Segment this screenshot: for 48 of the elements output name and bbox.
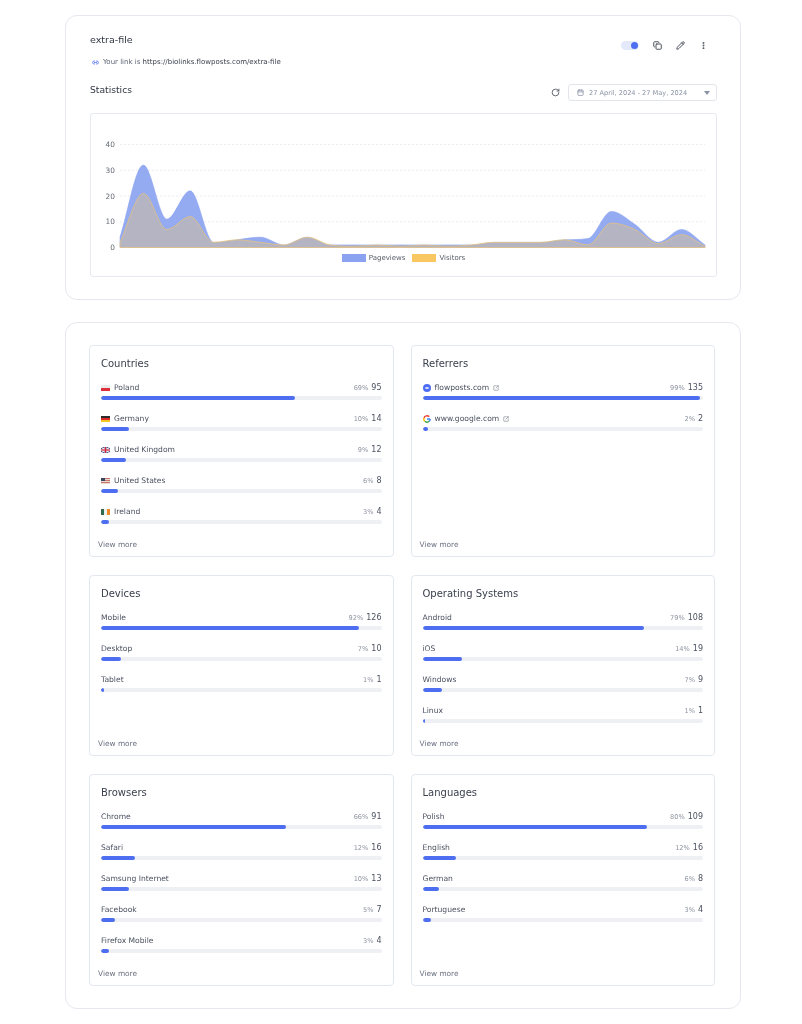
calendar-icon [577,89,584,96]
panel-title: Languages [422,786,479,799]
g-logo-icon [422,414,431,423]
item-count: 95 [371,382,382,393]
item-count: 7 [376,904,382,915]
uk-flag-icon [101,446,110,453]
germany-flag-icon [101,415,110,422]
item-count: 91 [371,811,382,822]
panel-title: Operating Systems [422,587,520,600]
external-link-icon[interactable] [493,384,500,391]
vertical-dots-icon[interactable] [699,40,708,50]
item-count: 8 [376,475,382,486]
panel-title: Browsers [101,786,148,799]
item-count: 108 [687,612,703,623]
item-count: 13 [371,873,382,884]
item-count: 16 [371,842,382,853]
item-count: 126 [366,612,382,623]
link-icon [92,58,99,66]
item-count: 8 [697,873,703,884]
section-title: Statistics [90,84,132,96]
us-flag-icon [101,477,110,484]
refresh-icon[interactable] [551,88,560,97]
item-count: 4 [376,506,382,517]
item-count: 14 [371,413,382,424]
toggle-switch[interactable] [621,40,639,50]
copy-icon[interactable] [653,40,662,50]
site-favicon-icon [422,383,431,392]
item-count: 109 [687,811,703,822]
item-count: 1 [376,674,382,685]
ireland-flag-icon [101,508,110,515]
panel-title: Devices [101,587,142,600]
item-count: 19 [692,643,703,654]
caret-icon [704,90,710,95]
page-title: extra-file [90,33,134,47]
item-count: 135 [687,382,703,393]
item-count: 2 [697,413,703,424]
item-count: 10 [371,643,382,654]
pencil-icon[interactable] [676,40,685,50]
panel-title: Referrers [422,357,470,370]
item-count: 16 [692,842,703,853]
panel-title: Countries [101,357,150,370]
external-link-icon[interactable] [503,415,510,422]
item-count: 1 [697,705,703,716]
item-count: 4 [697,904,703,915]
poland-flag-icon [101,384,110,391]
item-count: 4 [376,935,382,946]
item-count: 9 [697,674,703,685]
item-count: 12 [371,444,382,455]
